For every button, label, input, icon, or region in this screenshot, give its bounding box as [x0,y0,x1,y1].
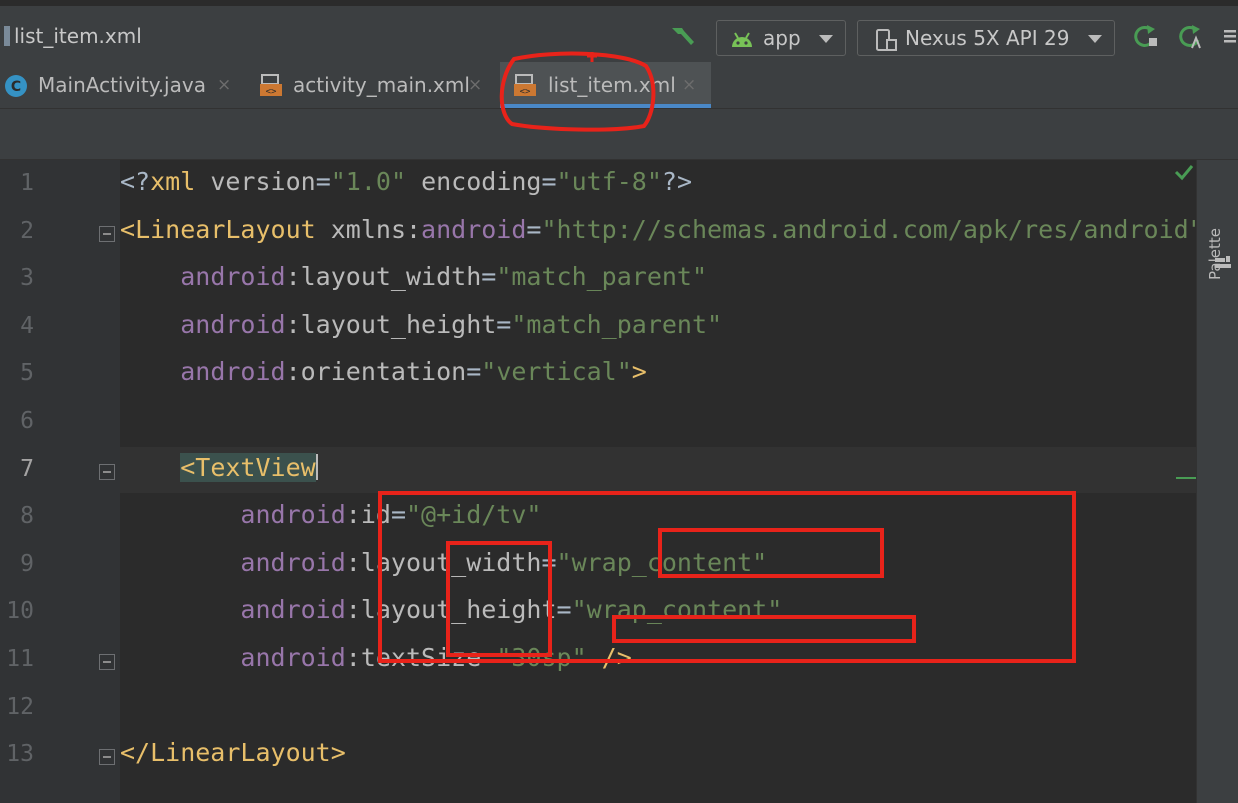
android-icon [732,32,752,47]
chevron-down-icon [819,35,833,43]
inspection-ok-check-icon[interactable] [1174,163,1194,181]
chevron-down-icon [1088,35,1102,43]
annotation-box-height-value [612,615,916,643]
palette-icon [1215,256,1231,268]
code-line-3: android:layout_width="match_parent" [180,262,708,291]
line-number: 8 [20,503,34,529]
run-config-dropdown[interactable]: app [716,20,846,56]
build-hammer-icon[interactable] [668,22,698,50]
line-number: 10 [6,598,34,624]
line-number: 1 [20,170,34,196]
fold-toggle-icon[interactable] [99,654,115,670]
java-class-icon: C [5,75,27,97]
tab-mainactivity-java[interactable]: C MainActivity.java × [0,62,250,108]
close-icon[interactable]: × [682,62,696,108]
text-caret [315,454,318,480]
annotation-box-width-value [658,528,884,578]
svg-text:C: C [11,79,21,95]
code-line-1: <?xml version="1.0" encoding="utf-8"?> [120,167,693,196]
line-number: 13 [6,741,34,767]
line-number-gutter: 1 2 3 4 5 6 7 8 9 10 11 12 13 [0,160,120,803]
line-number: 4 [20,313,34,339]
close-icon[interactable]: × [468,62,482,108]
line-number: 7 [20,456,34,482]
window-title: list_item.xml [4,24,142,48]
svg-text:<>: <> [266,87,277,97]
line-number: 6 [20,408,34,434]
apply-changes-restart-icon[interactable] [1131,22,1161,50]
more-menu-icon[interactable] [1222,22,1238,50]
code-line-7: <TextView [180,453,318,482]
code-editor[interactable]: <?xml version="1.0" encoding="utf-8"?> <… [120,160,1196,803]
code-line-13: </LinearLayout> [120,738,346,767]
annotation-circle-tab [499,51,656,132]
change-marker [1176,477,1196,479]
device-phone-icon [876,29,897,51]
file-icon [4,26,10,46]
code-line-4: android:layout_height="match_parent" [180,310,723,339]
line-number: 2 [20,218,34,244]
device-label: Nexus 5X API 29 [905,26,1070,50]
fold-toggle-icon[interactable] [99,749,115,765]
run-config-label: app [763,26,801,50]
line-number: 11 [6,646,34,672]
line-number: 9 [20,551,34,577]
code-line-5: android:orientation="vertical"> [180,357,647,386]
device-dropdown[interactable]: Nexus 5X API 29 [857,20,1115,56]
fold-toggle-icon[interactable] [99,464,115,480]
annotation-box-layout-prefix [446,541,552,657]
apply-code-changes-icon[interactable] [1176,22,1206,50]
xml-layout-icon: <> [260,74,282,97]
tab-activity-main-xml[interactable]: <> activity_main.xml × [250,62,495,108]
fold-toggle-icon[interactable] [99,226,115,242]
line-number: 12 [6,694,34,720]
close-icon[interactable]: × [217,62,231,108]
line-number: 5 [20,360,34,386]
line-number: 3 [20,265,34,291]
code-line-2: <LinearLayout xmlns:android="http://sche… [120,215,1196,244]
